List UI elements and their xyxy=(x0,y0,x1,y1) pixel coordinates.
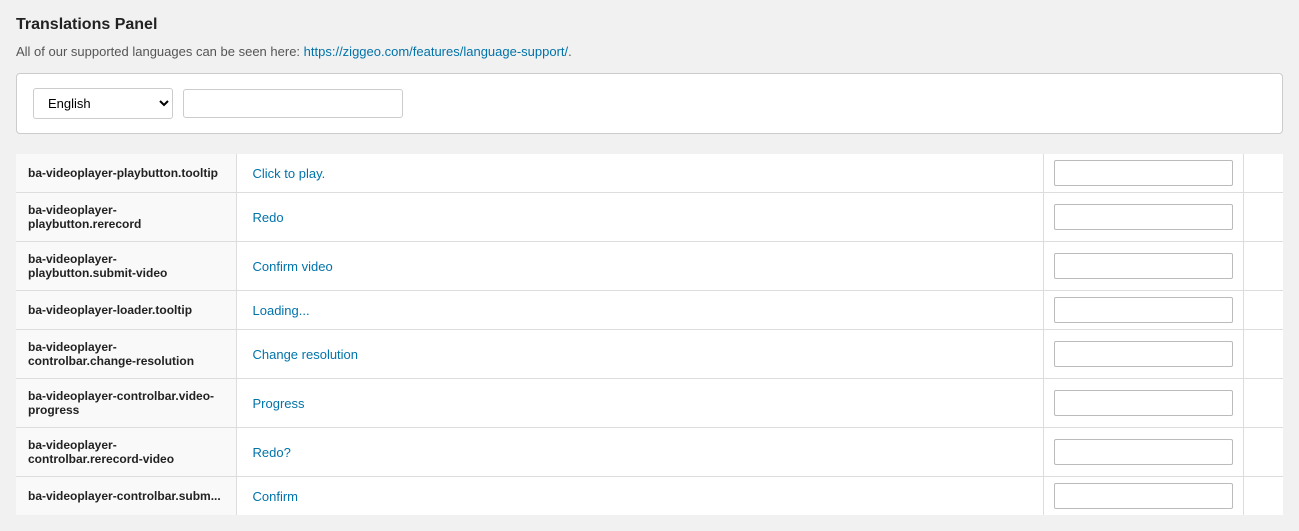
translation-key: ba-videoplayer-playbutton.rerecord xyxy=(16,193,236,242)
translation-key: ba-videoplayer-playbutton.tooltip xyxy=(16,154,236,193)
default-value: Redo xyxy=(236,193,1043,242)
translation-key: ba-videoplayer-controlbar.subm... xyxy=(16,477,236,516)
action-cell xyxy=(1243,428,1283,477)
action-cell xyxy=(1243,477,1283,516)
translation-key: ba-videoplayer-loader.tooltip xyxy=(16,291,236,330)
table-row: ba-videoplayer-playbutton.tooltip Click … xyxy=(16,154,1283,193)
default-value: Redo? xyxy=(236,428,1043,477)
translation-input[interactable] xyxy=(1054,253,1233,279)
default-value: Progress xyxy=(236,379,1043,428)
action-cell xyxy=(1243,193,1283,242)
action-cell xyxy=(1243,291,1283,330)
translation-input[interactable] xyxy=(1054,160,1233,186)
translation-input-cell xyxy=(1043,291,1243,330)
action-cell xyxy=(1243,379,1283,428)
default-value: Loading... xyxy=(236,291,1043,330)
translation-input[interactable] xyxy=(1054,483,1233,509)
subtitle-text: All of our supported languages can be se… xyxy=(16,44,1283,59)
translation-key: ba-videoplayer-controlbar.rerecord-video xyxy=(16,428,236,477)
table-row: ba-videoplayer-controlbar.rerecord-video… xyxy=(16,428,1283,477)
translation-input-cell xyxy=(1043,379,1243,428)
translation-input-cell xyxy=(1043,477,1243,516)
table-row: ba-videoplayer-playbutton.submit-video C… xyxy=(16,242,1283,291)
translation-input-cell xyxy=(1043,154,1243,193)
default-value: Click to play. xyxy=(236,154,1043,193)
table-row: ba-videoplayer-controlbar.subm... Confir… xyxy=(16,477,1283,516)
translation-input[interactable] xyxy=(1054,204,1233,230)
translation-input-cell xyxy=(1043,193,1243,242)
language-support-link[interactable]: https://ziggeo.com/features/language-sup… xyxy=(304,44,569,59)
table-row: ba-videoplayer-playbutton.rerecord Redo xyxy=(16,193,1283,242)
search-input[interactable] xyxy=(183,89,403,118)
table-row: ba-videoplayer-controlbar.change-resolut… xyxy=(16,330,1283,379)
translation-input-cell xyxy=(1043,242,1243,291)
action-cell xyxy=(1243,154,1283,193)
top-controls-panel: EnglishGermanFrenchSpanishItalianPortugu… xyxy=(16,73,1283,134)
translation-input-cell xyxy=(1043,330,1243,379)
action-cell xyxy=(1243,330,1283,379)
default-value: Confirm video xyxy=(236,242,1043,291)
translation-key: ba-videoplayer-controlbar.change-resolut… xyxy=(16,330,236,379)
translation-key: ba-videoplayer-controlbar.video-progress xyxy=(16,379,236,428)
translation-input[interactable] xyxy=(1054,439,1233,465)
translation-input-cell xyxy=(1043,428,1243,477)
table-row: ba-videoplayer-loader.tooltip Loading... xyxy=(16,291,1283,330)
translation-input[interactable] xyxy=(1054,341,1233,367)
default-value: Change resolution xyxy=(236,330,1043,379)
default-value: Confirm xyxy=(236,477,1043,516)
translation-key: ba-videoplayer-playbutton.submit-video xyxy=(16,242,236,291)
translation-input[interactable] xyxy=(1054,390,1233,416)
translation-input[interactable] xyxy=(1054,297,1233,323)
action-cell xyxy=(1243,242,1283,291)
translations-table: ba-videoplayer-playbutton.tooltip Click … xyxy=(16,154,1283,515)
table-row: ba-videoplayer-controlbar.video-progress… xyxy=(16,379,1283,428)
subtitle-label: All of our supported languages can be se… xyxy=(16,44,304,59)
language-select[interactable]: EnglishGermanFrenchSpanishItalianPortugu… xyxy=(33,88,173,119)
page-title: Translations Panel xyxy=(16,16,1283,34)
